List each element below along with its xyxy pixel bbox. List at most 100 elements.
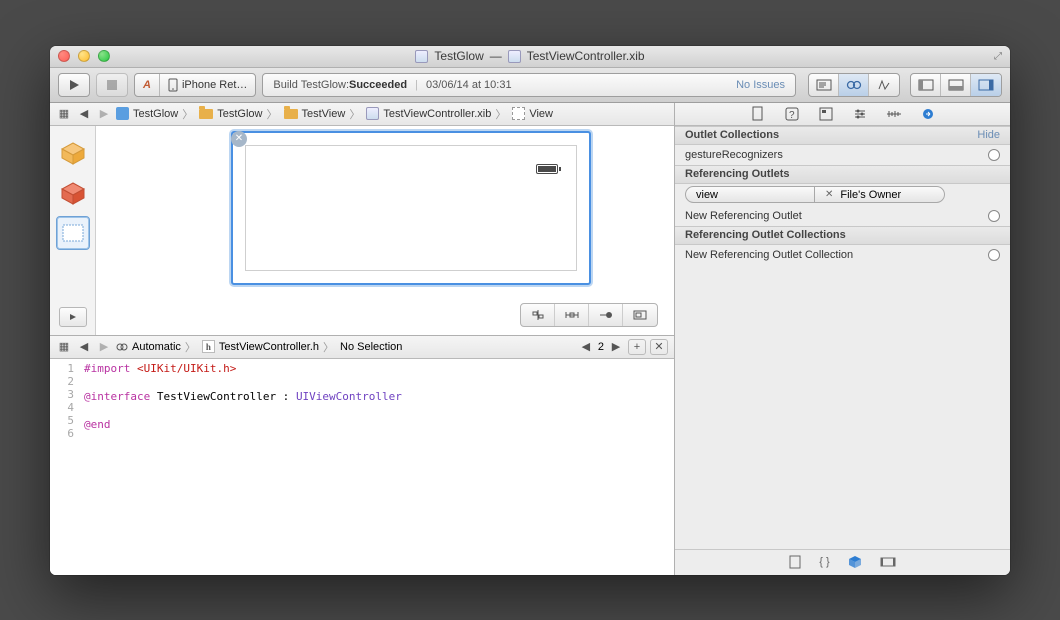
pin-button[interactable] [555,304,589,326]
forward-button[interactable]: ▶ [96,106,112,122]
assistant-selection[interactable]: No Selection [340,341,404,353]
close-window-button[interactable] [58,50,70,62]
outlet-collections-header: Outlet Collections Hide [675,126,1010,145]
view-connection-row[interactable]: view ✕File's Owner [675,184,1010,206]
crumb-group-1[interactable]: TestGlow〉 [199,106,279,122]
assistant-editor-button[interactable] [839,74,869,96]
toggle-debug-button[interactable] [941,74,971,96]
related-items-icon[interactable]: ▦ [56,106,72,122]
uiview-content [245,145,577,271]
view-icon [512,107,525,120]
toolbar: A A… iPhone Ret… Build TestGlow: Succeed… [50,68,1010,103]
connection-port-icon[interactable] [988,210,1000,222]
xcode-window: TestGlow — TestViewController.xib ⤢ A A…… [50,46,1010,575]
new-referencing-outlet[interactable]: New Referencing Outlet [675,206,1010,226]
document-outline-dock [50,126,96,335]
resizing-button[interactable] [623,304,657,326]
align-button[interactable] [521,304,555,326]
device-label: iPhone Ret… [182,79,247,91]
svg-text:?: ? [789,110,795,121]
library-tabs: { } [675,549,1010,575]
zoom-window-button[interactable] [98,50,110,62]
folder-icon [284,109,298,119]
crumb-file[interactable]: TestViewController.xib〉 [366,106,508,122]
window-title: TestGlow — TestViewController.xib [50,49,1010,63]
jumpbar: ▦ ◀ ▶ TestGlow〉 TestGlow〉 TestView〉 Test… [50,103,674,126]
back-button[interactable]: ◀ [76,339,92,355]
code-body[interactable]: #import <UIKit/UIKit.h> @interface TestV… [80,359,402,575]
project-icon [116,107,129,120]
fullscreen-icon[interactable]: ⤢ [994,51,1002,62]
uiview-object[interactable]: ✕ [231,131,591,285]
no-issues-label[interactable]: No Issues [736,79,785,91]
media-library-tab[interactable] [880,557,896,567]
resolve-issues-button[interactable] [589,304,623,326]
assistant-jumpbar: ▦ ◀ ▶ Automatic〉 h TestViewController.h〉… [50,336,674,359]
assistant-file[interactable]: h TestViewController.h〉 [202,339,336,355]
crumb-project[interactable]: TestGlow〉 [116,106,195,122]
activity-sep: | [407,79,426,91]
counterpart-prev[interactable]: ◀ [578,339,594,355]
new-referencing-outlet-collection[interactable]: New Referencing Outlet Collection [675,245,1010,265]
view-controls [808,73,1002,97]
object-library-tab[interactable] [848,555,862,569]
document-icon [415,50,428,63]
related-items-icon[interactable]: ▦ [56,339,72,355]
toggle-navigator-button[interactable] [911,74,941,96]
assistant-mode[interactable]: Automatic〉 [116,339,198,355]
quick-help-tab[interactable]: ? [783,105,801,123]
activity-status: Succeeded [349,79,407,91]
code-snippet-library-tab[interactable]: { } [819,556,829,568]
first-responder-icon[interactable] [56,176,90,210]
referencing-outlets-header: Referencing Outlets [675,165,1010,184]
xib-file-icon [366,107,379,120]
activity-time: 03/06/14 at 10:31 [426,79,512,91]
line-gutter: 123456 [50,359,80,575]
gesture-recognizers-outlet[interactable]: gestureRecognizers [675,145,1010,165]
identity-inspector-tab[interactable] [817,105,835,123]
title-doc: TestViewController.xib [527,49,645,63]
crumb-view[interactable]: View [512,107,555,120]
utilities-panel: ? Outlet Collections Hide gestureRecogni… [675,103,1010,575]
size-inspector-tab[interactable] [885,105,903,123]
outlet-name-pill: view [685,186,815,203]
ib-canvas[interactable]: ✕ [96,126,674,335]
traffic-lights [58,50,110,62]
attributes-inspector-tab[interactable] [851,105,869,123]
expand-outline-button[interactable] [59,307,87,327]
device-icon [168,78,178,92]
counterpart-index: 2 [598,341,604,353]
inspector-tabs: ? [675,103,1010,126]
connection-port-icon[interactable] [988,149,1000,161]
scheme-selector[interactable]: A A… iPhone Ret… [134,73,256,97]
version-editor-button[interactable] [869,74,899,96]
folder-icon [199,109,213,119]
forward-button[interactable]: ▶ [96,339,112,355]
connection-port-icon[interactable] [988,249,1000,261]
close-assistant-button[interactable]: ✕ [650,339,668,355]
counterpart-next[interactable]: ▶ [608,339,624,355]
canvas-layout-bar [520,303,658,327]
back-button[interactable]: ◀ [76,106,92,122]
add-assistant-button[interactable]: + [628,339,646,355]
file-template-library-tab[interactable] [789,555,801,569]
stop-button[interactable] [96,73,128,97]
file-inspector-tab[interactable] [749,105,767,123]
toggle-utilities-button[interactable] [971,74,1001,96]
header-file-icon: h [202,340,215,353]
code-editor[interactable]: 123456 #import <UIKit/UIKit.h> @interfac… [50,359,674,575]
assistant-editor: ▦ ◀ ▶ Automatic〉 h TestViewController.h〉… [50,335,674,575]
editor-mode-group [808,73,900,97]
referencing-outlet-collections-header: Referencing Outlet Collections [675,226,1010,245]
hide-link[interactable]: Hide [977,129,1000,141]
run-button[interactable] [58,73,90,97]
automatic-icon [116,342,128,352]
standard-editor-button[interactable] [809,74,839,96]
crumb-group-2[interactable]: TestView〉 [284,106,363,122]
title-sep: — [490,49,502,63]
view-object-icon[interactable] [56,216,90,250]
disconnect-icon[interactable]: ✕ [825,189,833,200]
minimize-window-button[interactable] [78,50,90,62]
files-owner-icon[interactable] [56,136,90,170]
connections-inspector-tab[interactable] [919,105,937,123]
